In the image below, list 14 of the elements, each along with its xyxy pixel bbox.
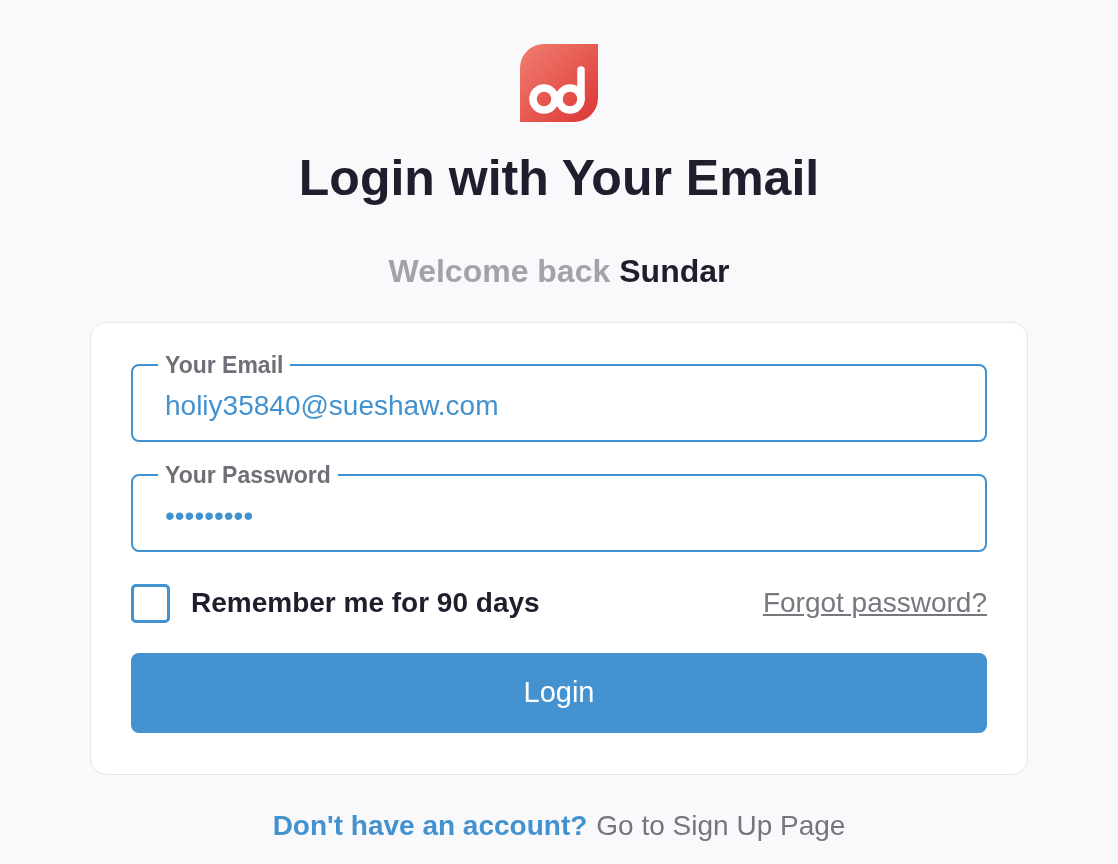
remember-label[interactable]: Remember me for 90 days	[191, 582, 540, 624]
field-label: Your Email	[164, 351, 285, 379]
field-label: Your Password	[164, 461, 332, 489]
logo-icon	[520, 44, 598, 122]
page-title: Login with Your Email	[298, 149, 820, 208]
text-input[interactable]: holiy35840@sueshaw.com	[158, 386, 965, 426]
greeting-text: Welcome back	[388, 252, 611, 291]
signup-prompt: Don't have an account?	[272, 809, 588, 843]
signup-link[interactable]: Go to Sign Up Page	[596, 808, 846, 844]
user-name: Sundar	[619, 252, 730, 291]
remember-checkbox[interactable]	[131, 583, 170, 623]
login-button[interactable]: Login	[131, 653, 987, 733]
forgot-password-link[interactable]: Forgot password?	[762, 582, 987, 624]
text-input[interactable]: •••••••••	[158, 496, 965, 536]
